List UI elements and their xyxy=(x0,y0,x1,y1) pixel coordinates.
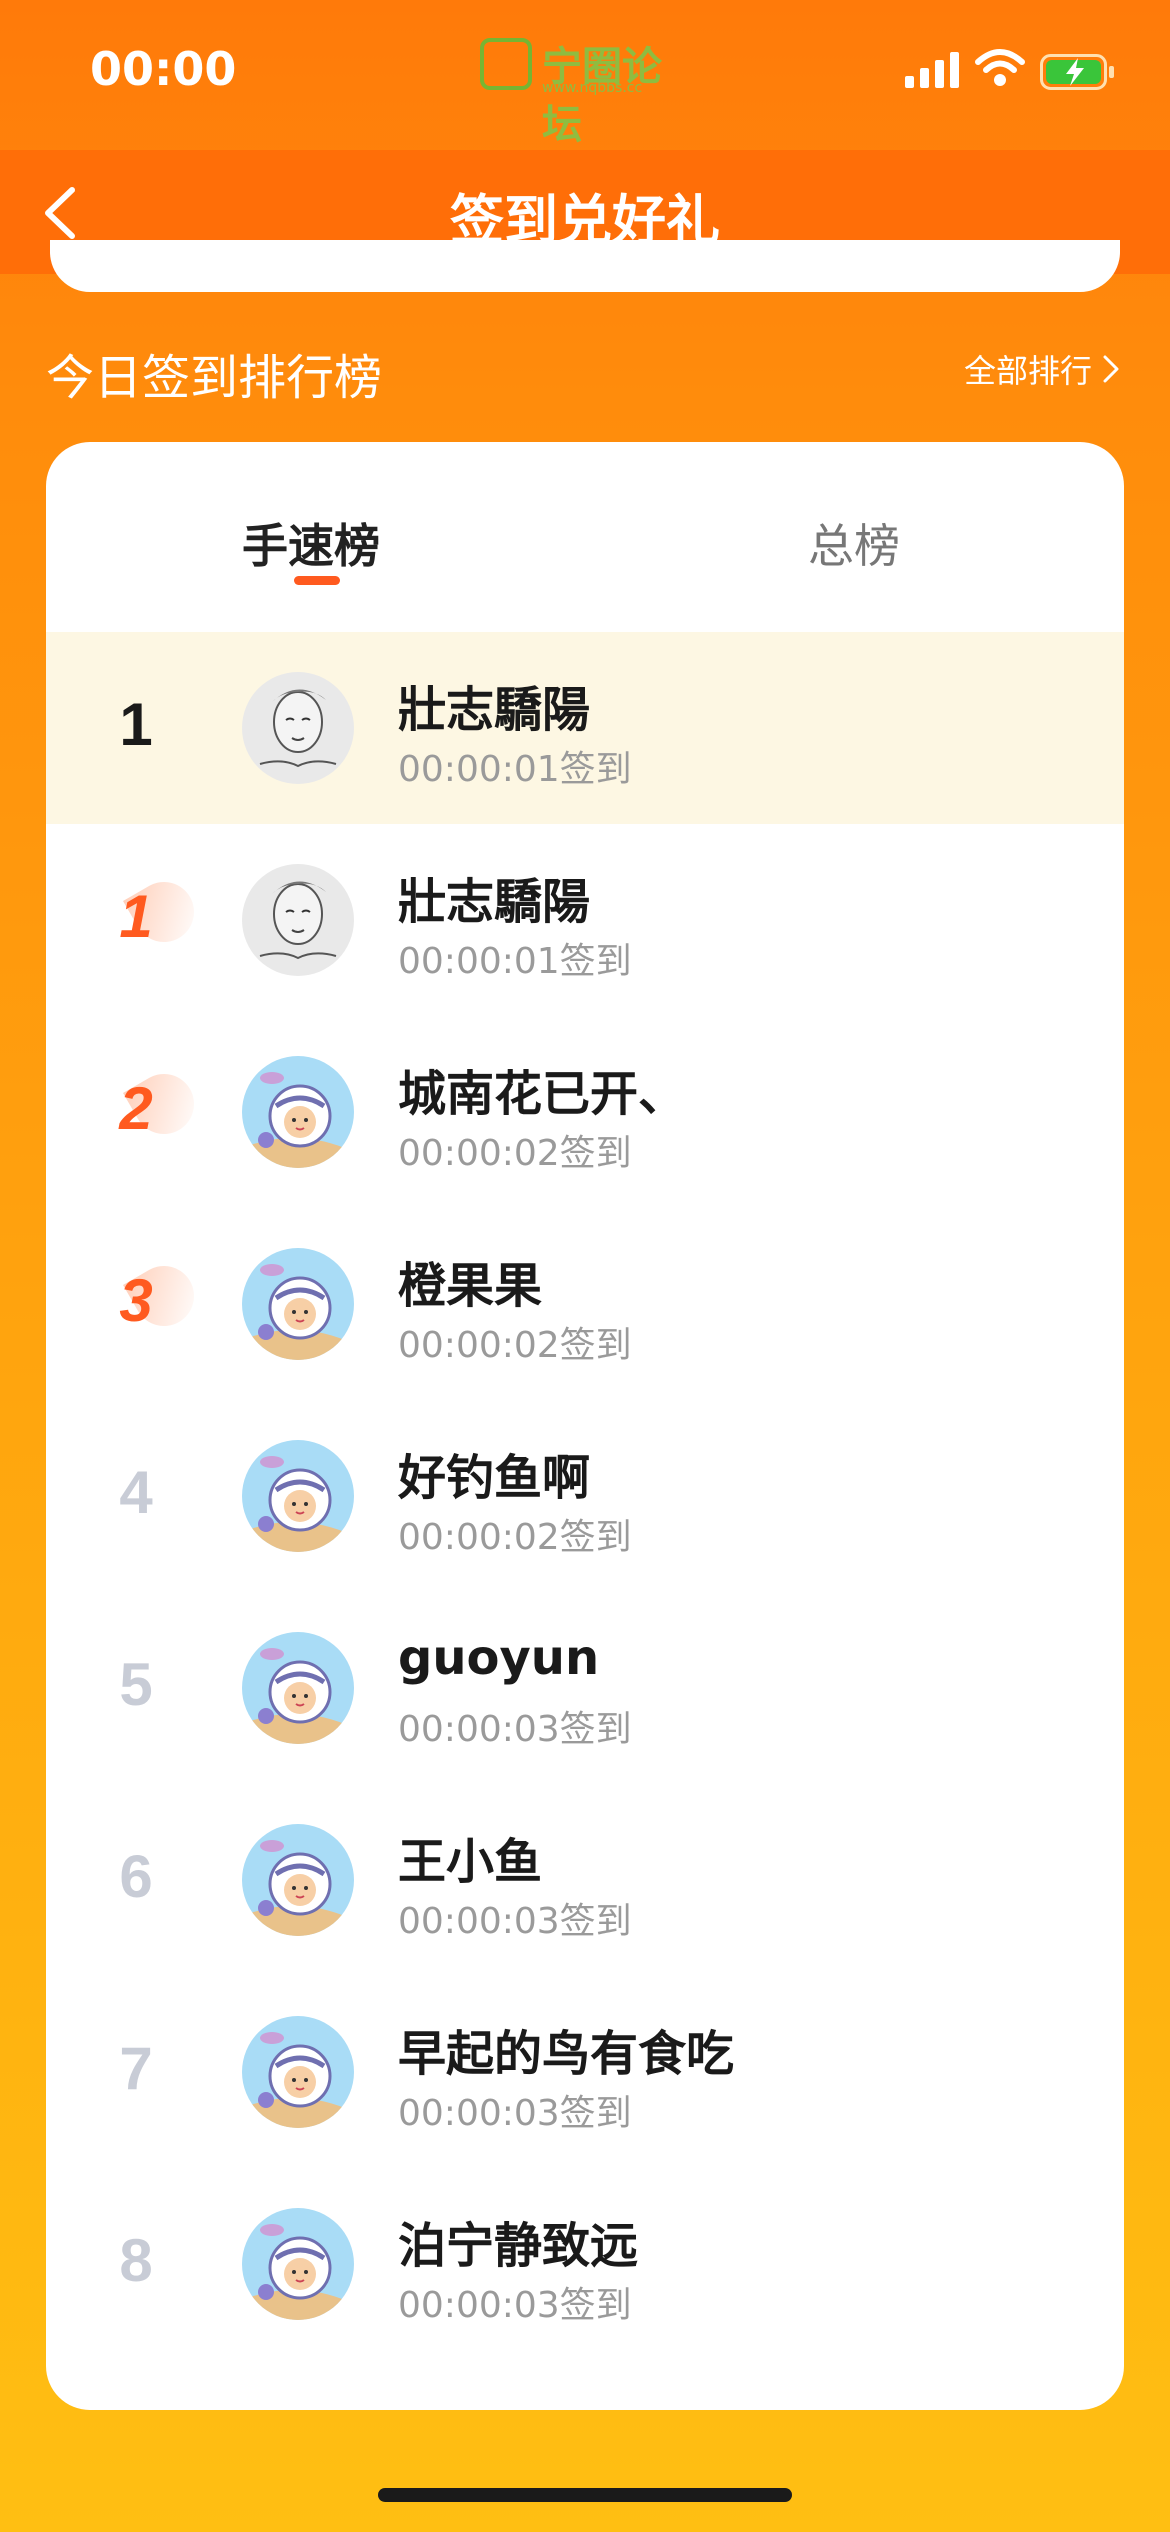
rank-number: 1 xyxy=(119,883,153,950)
user-name: 城南花已开、 xyxy=(398,1066,687,1122)
watermark-logo: 宁圈论坛 www.nqbbs.cc xyxy=(480,34,700,148)
user-name: 好钓鱼啊 xyxy=(398,1450,591,1506)
user-name: 橙果果 xyxy=(398,1258,543,1314)
leaderboard-row[interactable]: 8 泊宁静致远 00:00:03签到 xyxy=(46,2168,1124,2360)
all-rank-link[interactable]: 全部排行 xyxy=(964,346,1120,392)
rank-number: 6 xyxy=(119,1843,153,1910)
avatar-astronaut[interactable] xyxy=(242,2208,354,2320)
user-name: 壯志驕陽 xyxy=(398,874,591,930)
section-title: 今日签到排行榜 xyxy=(46,350,383,406)
avatar-sketch[interactable] xyxy=(242,864,354,976)
leaderboard-row[interactable]: 2 城南花已开、 00:00:02签到 xyxy=(46,1016,1124,1208)
sign-in-time: 00:00:02签到 xyxy=(398,1325,632,1366)
battery-charging-icon xyxy=(1040,54,1114,90)
previous-card-edge xyxy=(50,240,1120,292)
leaderboard-tabs: 手速榜 总榜 xyxy=(46,442,1124,640)
user-name: 泊宁静致远 xyxy=(398,2218,639,2274)
avatar-astronaut[interactable] xyxy=(242,2016,354,2128)
avatar-sketch[interactable] xyxy=(242,672,354,784)
sign-in-time: 00:00:03签到 xyxy=(398,1901,632,1942)
sign-in-time: 00:00:03签到 xyxy=(398,1709,632,1750)
tab-speed[interactable]: 手速榜 xyxy=(242,510,380,576)
rank-number: 5 xyxy=(119,1651,153,1718)
chevron-right-icon xyxy=(1103,355,1119,383)
rank-number: 7 xyxy=(119,2035,153,2102)
signal-icon xyxy=(905,52,959,88)
leaderboard-row[interactable]: 3 橙果果 00:00:02签到 xyxy=(46,1208,1124,1400)
leaderboard-row[interactable]: 7 早起的鸟有食吃 00:00:03签到 xyxy=(46,1976,1124,2168)
leaderboard-row[interactable]: 1 壯志驕陽 00:00:01签到 xyxy=(46,824,1124,1016)
avatar-astronaut[interactable] xyxy=(242,1632,354,1744)
sign-in-time: 00:00:01签到 xyxy=(398,941,632,982)
rank-number: 4 xyxy=(119,1459,153,1526)
sign-in-time: 00:00:01签到 xyxy=(398,749,632,790)
leaderboard-card: 手速榜 总榜 1 壯志驕陽 00:00:01签到 1 壯志驕陽 00:00:01签到 2 城南… xyxy=(46,442,1124,2410)
avatar-astronaut[interactable] xyxy=(242,1440,354,1552)
wifi-icon xyxy=(975,49,1025,86)
user-name: 壯志驕陽 xyxy=(398,682,591,738)
watermark-icon xyxy=(480,38,532,90)
rank-number: 1 xyxy=(119,691,153,758)
user-name: 王小鱼 xyxy=(398,1834,543,1890)
watermark-sub: www.nqbbs.cc xyxy=(542,80,643,96)
rank-number: 2 xyxy=(119,1075,153,1142)
rank-number: 8 xyxy=(119,2227,153,2294)
status-bar: 00:00 宁圈论坛 www.nqbbs.cc xyxy=(0,0,1170,150)
sign-in-time: 00:00:02签到 xyxy=(398,1133,632,1174)
all-rank-label: 全部排行 xyxy=(963,352,1092,390)
leaderboard-row[interactable]: 6 王小鱼 00:00:03签到 xyxy=(46,1784,1124,1976)
leaderboard-row[interactable]: 5 guoyun 00:00:03签到 xyxy=(46,1592,1124,1784)
avatar-astronaut[interactable] xyxy=(242,1056,354,1168)
avatar-astronaut[interactable] xyxy=(242,1824,354,1936)
user-name: guoyun xyxy=(398,1630,600,1686)
tab-total[interactable]: 总榜 xyxy=(808,510,900,576)
leaderboard-row[interactable]: 4 好钓鱼啊 00:00:02签到 xyxy=(46,1400,1124,1592)
home-indicator xyxy=(378,2488,792,2502)
rank-number: 3 xyxy=(119,1267,153,1334)
tab-active-indicator xyxy=(294,576,340,585)
avatar-astronaut[interactable] xyxy=(242,1248,354,1360)
status-time: 00:00 xyxy=(90,42,237,96)
my-rank-row[interactable]: 1 壯志驕陽 00:00:01签到 xyxy=(46,632,1124,824)
sign-in-time: 00:00:02签到 xyxy=(398,1517,632,1558)
sign-in-time: 00:00:03签到 xyxy=(398,2093,632,2134)
user-name: 早起的鸟有食吃 xyxy=(398,2026,735,2082)
sign-in-time: 00:00:03签到 xyxy=(398,2285,632,2326)
